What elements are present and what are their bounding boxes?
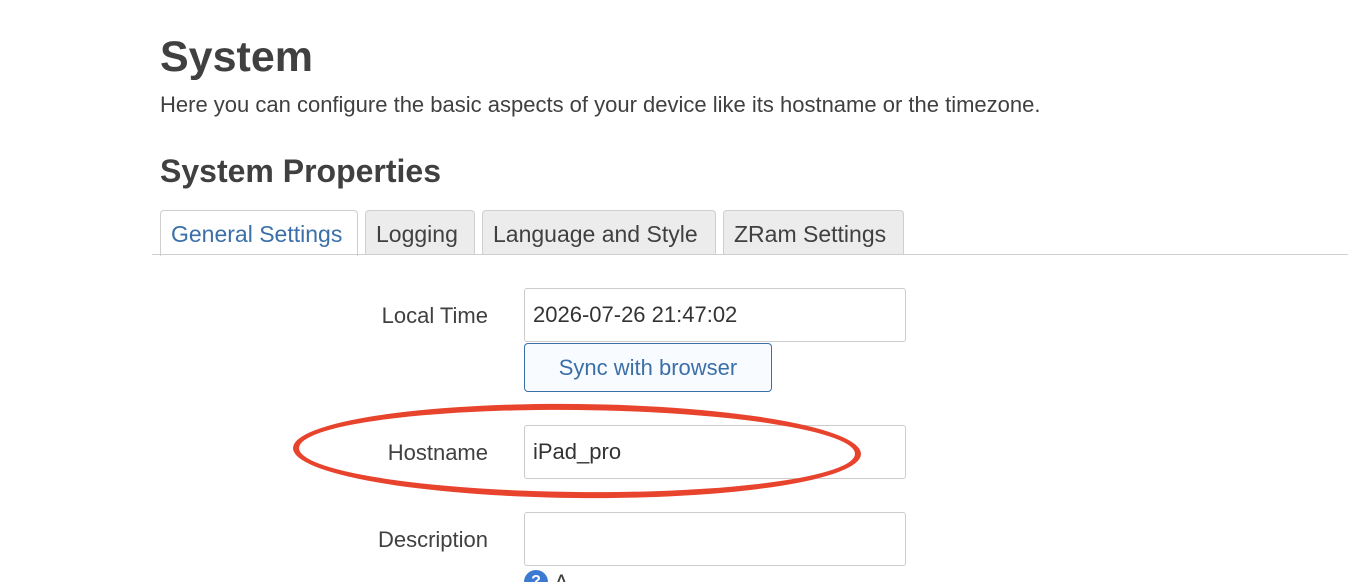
page-description: Here you can configure the basic aspects… <box>160 92 1041 117</box>
description-label: Description <box>377 527 488 552</box>
local-time-label: Local Time <box>381 303 488 328</box>
description-hint: ?A <box>524 570 569 582</box>
description-hint-text: A <box>554 570 569 582</box>
section-title: System Properties <box>160 153 442 189</box>
hostname-input[interactable] <box>524 425 906 479</box>
tab-general-settings[interactable]: General Settings <box>160 210 358 256</box>
local-time-input[interactable] <box>524 288 906 342</box>
tab-zram-settings[interactable]: ZRam Settings <box>723 210 904 254</box>
hostname-label: Hostname <box>387 440 488 465</box>
tabs-divider <box>152 254 1348 255</box>
system-page: System Here you can configure the basic … <box>0 0 1348 582</box>
sync-with-browser-button[interactable]: Sync with browser <box>524 343 772 392</box>
help-circle-icon: ? <box>524 570 548 582</box>
tab-logging[interactable]: Logging <box>365 210 475 254</box>
description-input[interactable] <box>524 512 906 566</box>
page-title: System <box>160 33 313 81</box>
tab-language-and-style[interactable]: Language and Style <box>482 210 716 254</box>
